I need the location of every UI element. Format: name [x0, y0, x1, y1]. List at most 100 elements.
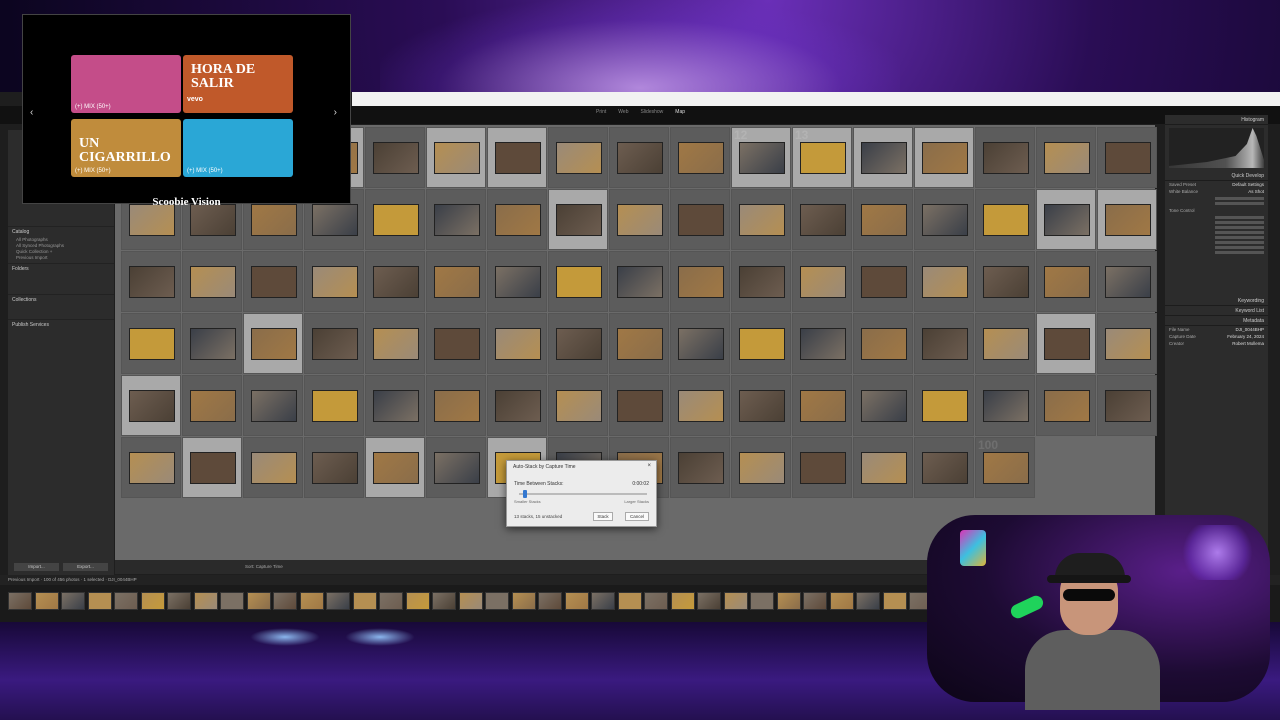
photo-thumbnail[interactable] — [434, 452, 480, 484]
photo-cell[interactable] — [243, 375, 303, 436]
photo-cell[interactable] — [304, 437, 364, 498]
white-balance-select[interactable]: As Shot — [1248, 188, 1264, 195]
filmstrip-thumbnail[interactable] — [220, 592, 244, 610]
contrast-slider[interactable] — [1215, 221, 1264, 224]
photo-cell[interactable] — [304, 375, 364, 436]
filmstrip-thumbnail[interactable] — [697, 592, 721, 610]
photo-thumbnail[interactable] — [190, 390, 236, 422]
filmstrip-thumbnail[interactable] — [511, 592, 536, 610]
photo-thumbnail[interactable] — [251, 452, 297, 484]
photo-thumbnail[interactable] — [373, 204, 419, 236]
photo-cell[interactable] — [609, 375, 669, 436]
photo-cell[interactable] — [792, 251, 852, 312]
filmstrip-thumbnail[interactable] — [591, 592, 615, 610]
close-icon[interactable]: × — [647, 463, 651, 469]
photo-thumbnail[interactable] — [1105, 142, 1151, 174]
photo-cell[interactable] — [121, 313, 181, 374]
photo-thumbnail[interactable] — [922, 390, 968, 422]
photo-thumbnail[interactable] — [800, 142, 846, 174]
photo-thumbnail[interactable] — [1105, 328, 1151, 360]
photo-cell[interactable] — [853, 375, 913, 436]
photo-cell[interactable] — [731, 375, 791, 436]
photo-thumbnail[interactable] — [434, 204, 480, 236]
photo-cell[interactable] — [609, 313, 669, 374]
photo-thumbnail[interactable] — [190, 266, 236, 298]
filmstrip-thumbnail[interactable] — [803, 592, 827, 610]
photo-cell[interactable] — [182, 313, 242, 374]
photo-thumbnail[interactable] — [800, 328, 846, 360]
photo-thumbnail[interactable] — [1044, 328, 1090, 360]
photo-cell[interactable] — [426, 437, 486, 498]
photo-cell[interactable] — [792, 375, 852, 436]
photo-cell[interactable]: 100 — [975, 437, 1035, 498]
sort-select[interactable]: Capture Time — [256, 564, 283, 569]
photo-thumbnail[interactable] — [678, 328, 724, 360]
folder-item[interactable] — [12, 286, 110, 292]
photo-thumbnail[interactable] — [739, 390, 785, 422]
photo-thumbnail[interactable] — [800, 266, 846, 298]
filmstrip-thumbnail[interactable] — [776, 592, 801, 610]
filmstrip-thumbnail[interactable] — [140, 592, 165, 610]
module-web[interactable]: Web — [618, 109, 628, 115]
photo-thumbnail[interactable] — [1044, 266, 1090, 298]
file-name-value[interactable]: DJI_0044BHP — [1235, 326, 1264, 333]
photo-thumbnail[interactable] — [983, 266, 1029, 298]
photo-thumbnail[interactable] — [861, 452, 907, 484]
photo-thumbnail[interactable] — [312, 204, 358, 236]
filmstrip-thumbnail[interactable] — [114, 592, 138, 610]
photo-thumbnail[interactable] — [129, 266, 175, 298]
filmstrip-thumbnail[interactable] — [193, 592, 218, 610]
photo-cell[interactable] — [243, 437, 303, 498]
filmstrip-thumbnail[interactable] — [882, 592, 907, 610]
photo-thumbnail[interactable] — [617, 204, 663, 236]
photo-thumbnail[interactable] — [617, 142, 663, 174]
photo-thumbnail[interactable] — [678, 452, 724, 484]
photo-cell[interactable] — [670, 127, 730, 188]
photo-cell[interactable] — [548, 189, 608, 250]
photo-cell[interactable] — [670, 313, 730, 374]
photo-cell[interactable] — [121, 375, 181, 436]
photo-cell[interactable] — [975, 189, 1035, 250]
filmstrip-thumbnail[interactable] — [246, 592, 271, 610]
photo-cell[interactable] — [487, 375, 547, 436]
photo-thumbnail[interactable] — [495, 204, 541, 236]
photo-cell[interactable] — [1097, 251, 1157, 312]
photo-cell[interactable] — [792, 189, 852, 250]
photo-cell[interactable] — [975, 313, 1035, 374]
whites-slider[interactable] — [1215, 236, 1264, 239]
photo-thumbnail[interactable] — [312, 266, 358, 298]
publish-header[interactable]: Publish Services — [12, 322, 110, 328]
photo-thumbnail[interactable] — [495, 142, 541, 174]
photo-cell[interactable] — [365, 251, 425, 312]
photo-cell[interactable] — [609, 189, 669, 250]
photo-thumbnail[interactable] — [678, 142, 724, 174]
filmstrip-thumbnail[interactable] — [617, 592, 642, 610]
filmstrip-thumbnail[interactable] — [670, 592, 695, 610]
photo-thumbnail[interactable] — [373, 390, 419, 422]
photo-thumbnail[interactable] — [922, 142, 968, 174]
music-tile[interactable]: UN CIGARRILLO (+) MIX (50+) — [71, 119, 181, 177]
collections-header[interactable]: Collections — [12, 297, 110, 303]
photo-cell[interactable] — [121, 437, 181, 498]
photo-thumbnail[interactable] — [495, 328, 541, 360]
publish-item[interactable] — [12, 342, 110, 348]
tint-slider[interactable] — [1215, 202, 1264, 205]
photo-thumbnail[interactable] — [861, 328, 907, 360]
photo-thumbnail[interactable] — [129, 390, 175, 422]
filmstrip-thumbnail[interactable] — [167, 592, 191, 610]
photo-cell[interactable] — [609, 127, 669, 188]
photo-cell[interactable] — [365, 375, 425, 436]
export-button[interactable]: Export... — [63, 563, 108, 571]
photo-cell[interactable]: 13 — [792, 127, 852, 188]
photo-thumbnail[interactable] — [800, 452, 846, 484]
photo-thumbnail[interactable] — [1105, 390, 1151, 422]
filmstrip-thumbnail[interactable] — [750, 592, 774, 610]
photo-thumbnail[interactable] — [556, 204, 602, 236]
photo-cell[interactable] — [853, 189, 913, 250]
photo-thumbnail[interactable] — [129, 328, 175, 360]
photo-thumbnail[interactable] — [434, 142, 480, 174]
photo-cell[interactable] — [304, 313, 364, 374]
photo-cell[interactable] — [426, 375, 486, 436]
photo-cell[interactable] — [914, 127, 974, 188]
photo-cell[interactable] — [853, 437, 913, 498]
